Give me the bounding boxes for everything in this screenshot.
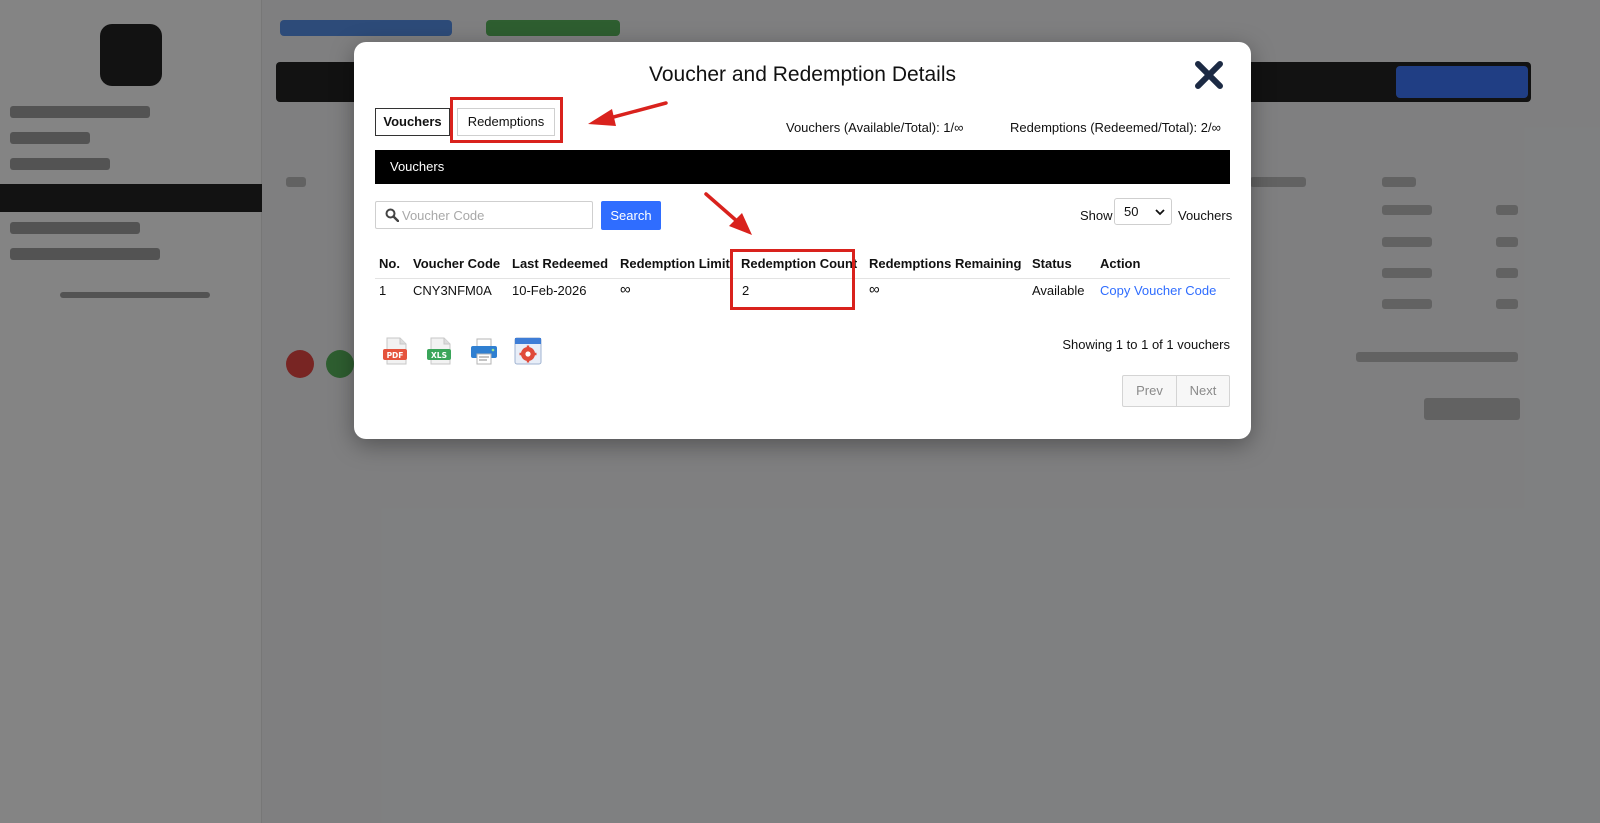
cell-redemption-limit: ∞ [620, 281, 631, 298]
pdf-export-button[interactable]: PDF [381, 336, 411, 366]
cell-voucher-code: CNY3NFM0A [413, 283, 492, 298]
redemptions-stat: Redemptions (Redeemed/Total): 2/∞ [1010, 120, 1221, 135]
xls-export-icon: XLS [427, 337, 451, 365]
column-header-redemption-limit: Redemption Limit [620, 256, 730, 271]
cell-no: 1 [379, 283, 387, 298]
column-header-no: No. [379, 256, 400, 271]
show-suffix-label: Vouchers [1178, 208, 1233, 223]
search-icon [385, 208, 399, 222]
pagination-summary: Showing 1 to 1 of 1 vouchers [1062, 337, 1230, 352]
search-box[interactable] [375, 201, 593, 229]
close-icon [1195, 61, 1223, 89]
tab-vouchers[interactable]: Vouchers [375, 108, 450, 136]
settings-button[interactable] [513, 336, 543, 366]
xls-icon-label: XLS [431, 351, 447, 360]
close-button[interactable] [1192, 58, 1226, 92]
cell-redemptions-remaining: ∞ [869, 281, 880, 298]
cell-redemption-count: 2 [742, 283, 750, 298]
copy-voucher-code-link[interactable]: Copy Voucher Code [1100, 283, 1216, 298]
column-header-redemption-count: Redemption Count [741, 256, 858, 271]
table-divider [375, 278, 1230, 279]
tab-redemptions[interactable]: Redemptions [457, 108, 555, 136]
page-size-select[interactable]: 50 [1114, 198, 1172, 225]
column-header-redemptions-remaining: Redemptions Remaining [869, 256, 1022, 271]
prev-button[interactable]: Prev [1123, 376, 1176, 406]
settings-icon [514, 337, 542, 365]
column-header-voucher-code: Voucher Code [413, 256, 501, 271]
pagination: Prev Next [1122, 375, 1230, 407]
cell-status: Available [1032, 283, 1085, 298]
print-icon [471, 338, 497, 365]
xls-export-button[interactable]: XLS [425, 336, 455, 366]
modal-title: Voucher and Redemption Details [648, 63, 957, 86]
chevron-down-icon [1155, 209, 1165, 216]
search-button[interactable]: Search [601, 201, 661, 230]
section-header: Vouchers [375, 150, 1230, 184]
column-header-action: Action [1100, 256, 1141, 271]
pdf-export-icon: PDF [383, 337, 407, 365]
pdf-icon-label: PDF [387, 351, 404, 360]
print-button[interactable] [469, 336, 499, 366]
next-button[interactable]: Next [1176, 376, 1229, 406]
search-input[interactable] [402, 204, 588, 226]
column-header-last-redeemed: Last Redeemed [512, 256, 609, 271]
vouchers-stat: Vouchers (Available/Total): 1/∞ [786, 120, 964, 135]
cell-last-redeemed: 10-Feb-2026 [512, 283, 587, 298]
page-size-value: 50 [1124, 204, 1139, 219]
column-header-status: Status [1032, 256, 1072, 271]
voucher-details-modal: Voucher and Redemption Details Vouchers … [354, 42, 1251, 439]
show-label: Show [1080, 208, 1113, 223]
